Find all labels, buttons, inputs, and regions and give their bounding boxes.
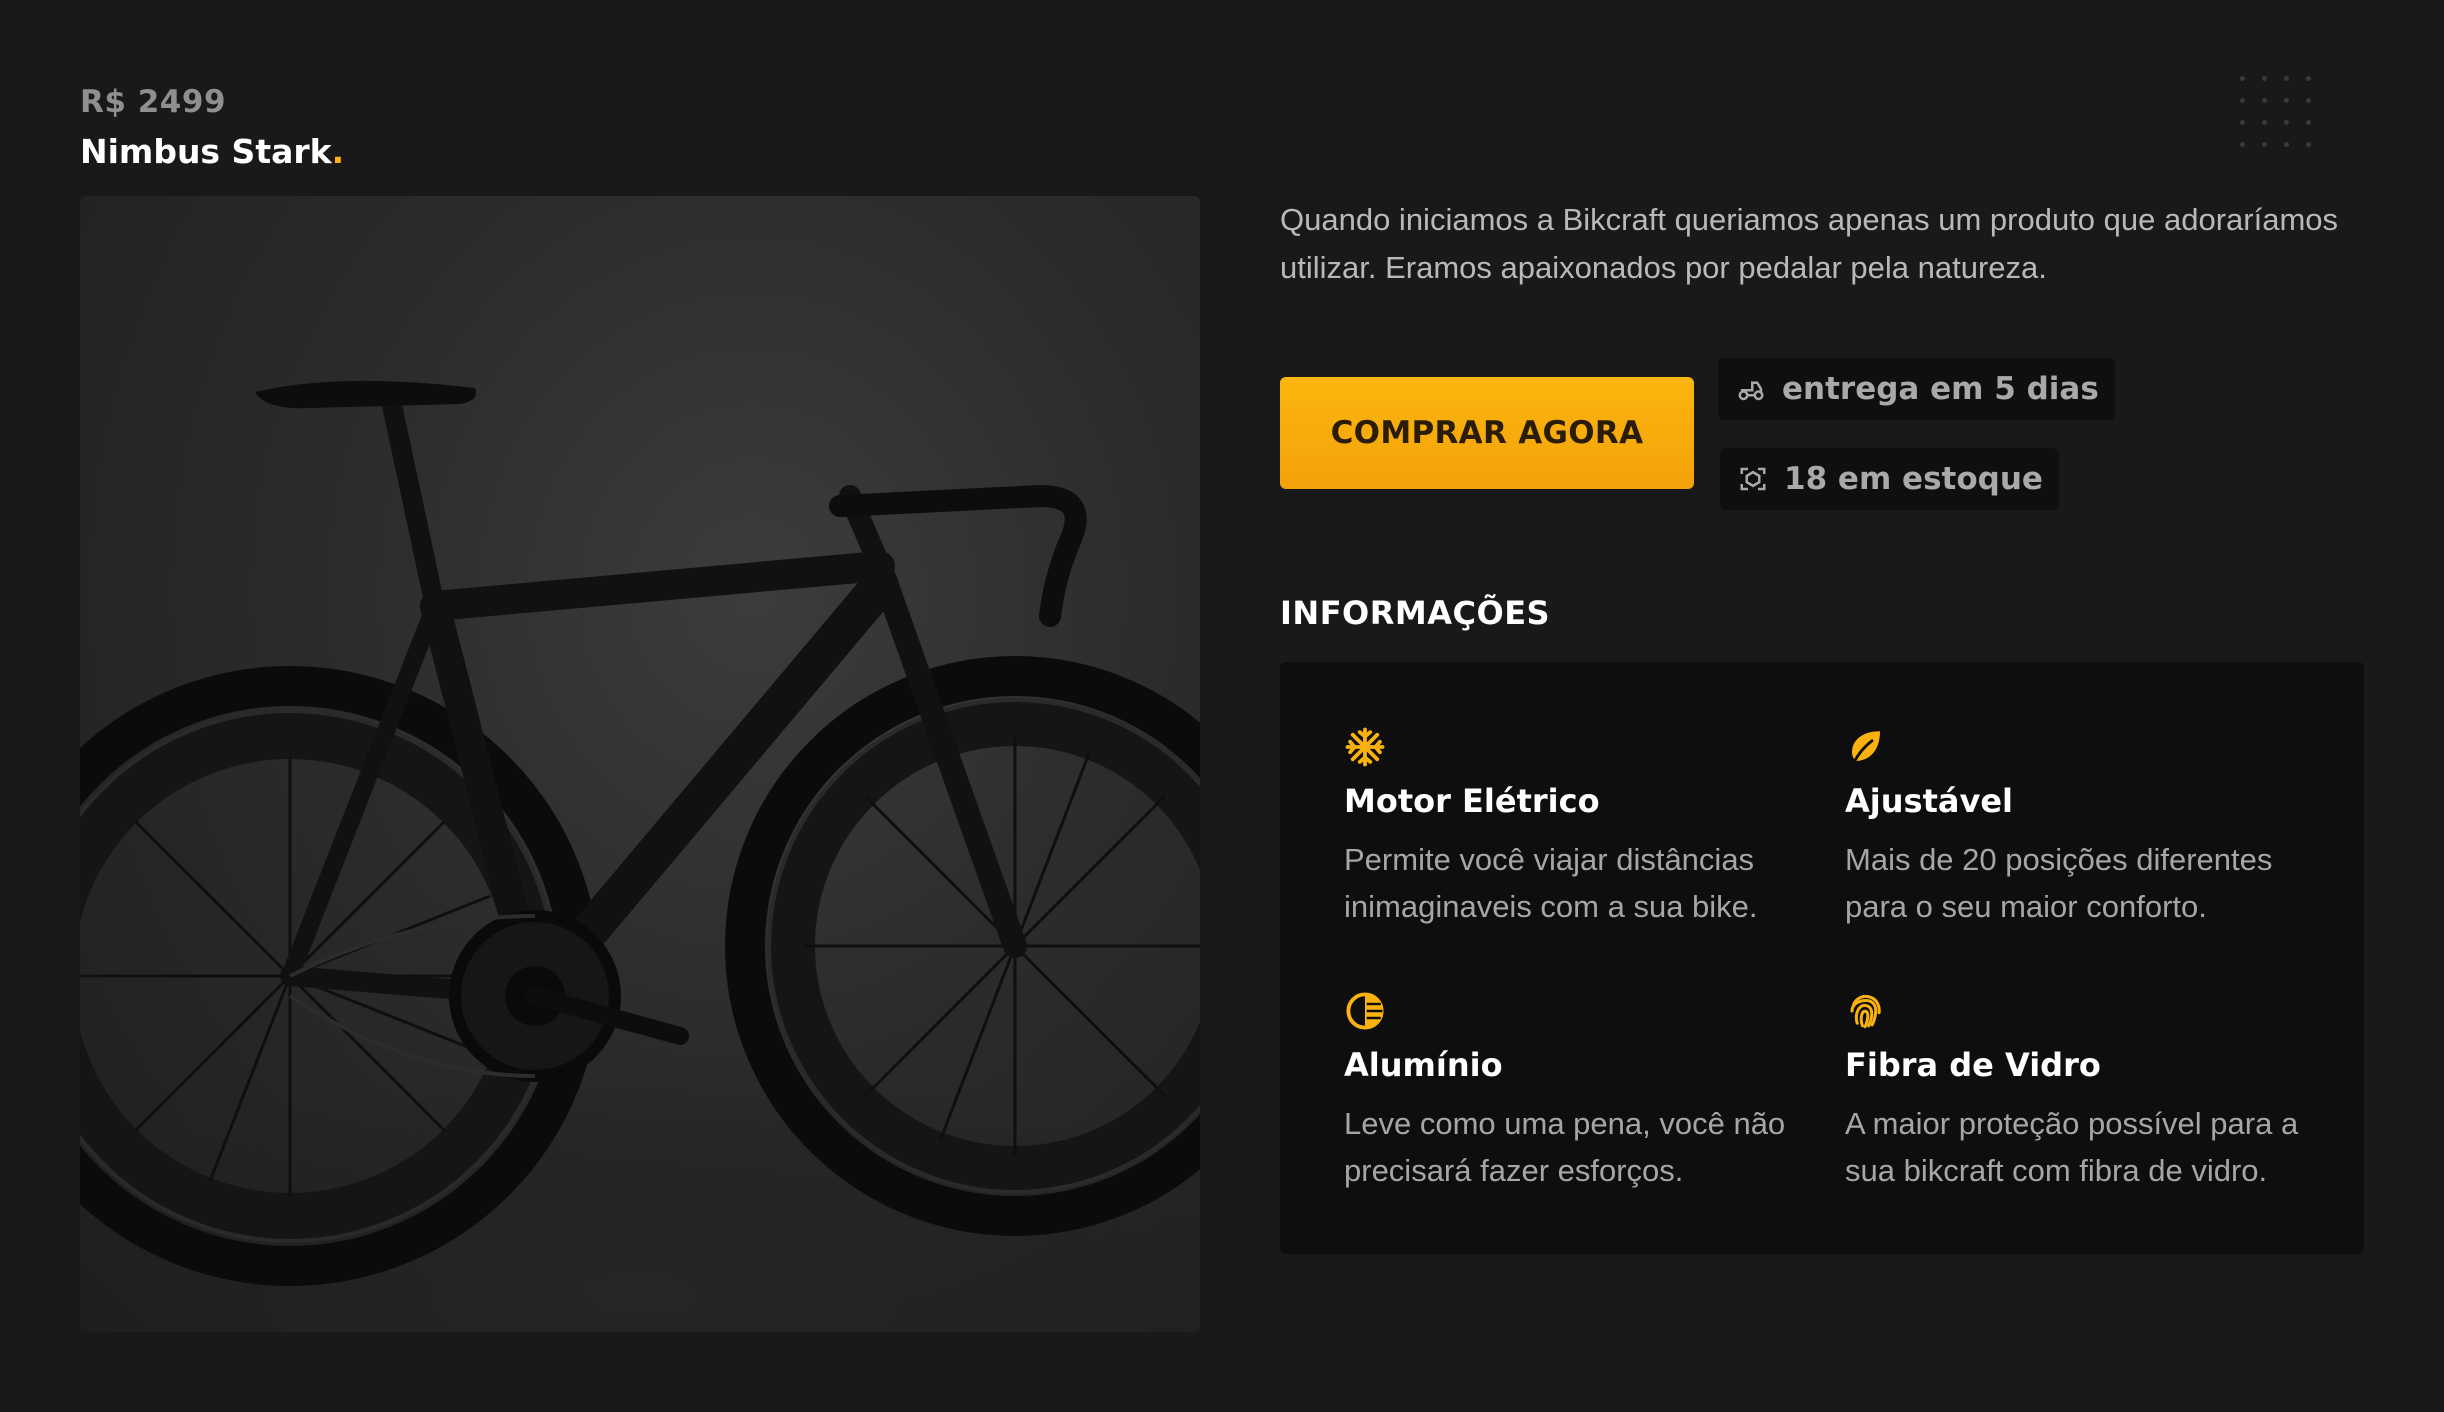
info-panel: Motor Elétrico Permite você viajar distâ… (1280, 662, 2364, 1254)
product-description: Quando iniciamos a Bikcraft queriamos ap… (1280, 202, 2339, 285)
product-name-dot: . (331, 132, 345, 171)
product-image (80, 196, 1200, 1332)
product-name: Nimbus Stark. (80, 132, 344, 171)
product-name-text: Nimbus Stark (80, 132, 332, 171)
delivery-label: entrega em 5 dias (1782, 371, 2099, 407)
bicycle-illustration (80, 380, 1200, 1332)
stock-chip: 18 em estoque (1720, 448, 2059, 510)
feature-aluminium: Alumínio Leve como uma pena, você não pr… (1344, 990, 1804, 1194)
dotted-decoration (2240, 76, 2360, 186)
feature-text: Leve como uma pena, você não precisará f… (1344, 1106, 1786, 1188)
stock-label: 18 em estoque (1784, 461, 2043, 497)
feature-title: Fibra de Vidro (1845, 1046, 2101, 1084)
feature-title: Motor Elétrico (1344, 782, 1600, 820)
buy-now-button[interactable]: COMPRAR AGORA (1280, 377, 1694, 489)
fingerprint-icon (1850, 994, 1881, 1029)
delivery-icon (1738, 381, 1764, 401)
info-title: INFORMAÇÕES (1280, 594, 1551, 632)
product-page: R$ 2499 Nimbus Stark. Quando iniciamos a… (0, 0, 2444, 1412)
snowflake-icon (1345, 727, 1385, 767)
delivery-chip: entrega em 5 dias (1718, 358, 2115, 420)
feature-title: Alumínio (1344, 1046, 1503, 1084)
feature-text: Permite você viajar distâncias inimagina… (1344, 842, 1758, 924)
feature-fiberglass: Fibra de Vidro A maior proteção possível… (1845, 990, 2305, 1194)
feature-text: A maior proteção possível para a sua bik… (1845, 1106, 2299, 1188)
half-circle-icon (1346, 992, 1384, 1030)
feature-title: Ajustável (1845, 782, 2013, 820)
stock-icon (1740, 467, 1766, 491)
leaf-icon (1852, 731, 1880, 764)
feature-motor: Motor Elétrico Permite você viajar distâ… (1344, 726, 1804, 930)
product-price: R$ 2499 (80, 84, 227, 120)
feature-adjustable: Ajustável Mais de 20 posições diferentes… (1845, 726, 2305, 930)
feature-text: Mais de 20 posições diferentes para o se… (1845, 842, 2273, 924)
